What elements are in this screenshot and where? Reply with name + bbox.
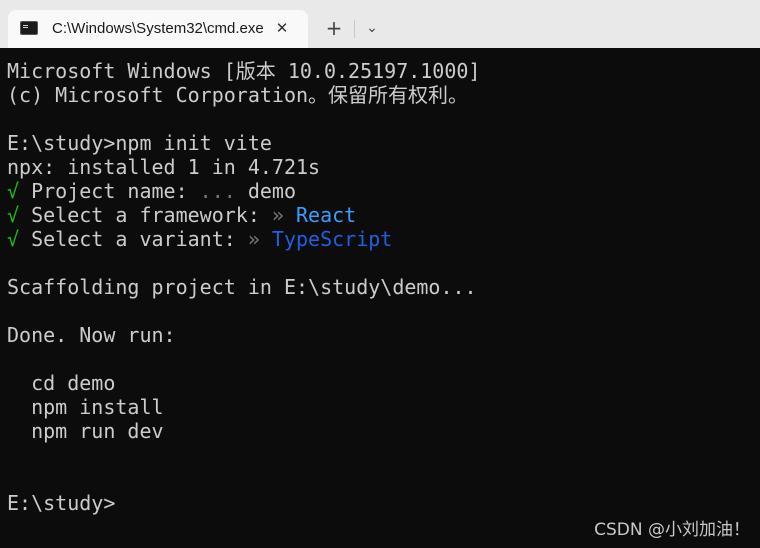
- prompt-value: React: [283, 203, 357, 227]
- check-icon: √: [7, 203, 20, 227]
- console-line: √ Select a framework: » React: [7, 203, 356, 227]
- tab-cmd[interactable]: C:\Windows\System32\cmd.exe ✕: [8, 10, 308, 48]
- new-tab-button[interactable]: +: [322, 16, 346, 40]
- prompt-value: TypeScript: [259, 227, 393, 251]
- prompt-dots: ...: [199, 179, 236, 203]
- cmd-icon: [20, 21, 38, 35]
- command-prompt[interactable]: E:\study>: [7, 491, 115, 515]
- console-line: √ Project name: ... demo: [7, 179, 296, 203]
- check-icon: √: [7, 227, 20, 251]
- tab-title: C:\Windows\System32\cmd.exe: [52, 20, 264, 37]
- terminal-window: C:\Windows\System32\cmd.exe ✕ + ⌄ Micros…: [0, 0, 760, 548]
- console-line: E:\study>npm init vite: [7, 131, 272, 155]
- console-line: npm run dev: [7, 419, 164, 443]
- console-line: (c) Microsoft Corporation。保留所有权利。: [7, 83, 469, 107]
- tab-divider: [354, 20, 355, 38]
- prompt-label: Select a framework:: [19, 203, 272, 227]
- close-icon[interactable]: ✕: [272, 18, 292, 38]
- chevron-down-icon[interactable]: ⌄: [360, 16, 384, 40]
- console-output[interactable]: Microsoft Windows [版本 10.0.25197.1000] (…: [0, 48, 760, 548]
- console-line: Done. Now run:: [7, 323, 176, 347]
- console-line: Scaffolding project in E:\study\demo...: [7, 275, 477, 299]
- prompt-arrow: »: [247, 227, 260, 251]
- console-line: cd demo: [7, 371, 116, 395]
- watermark: CSDN @小刘加油！: [594, 520, 750, 540]
- check-icon: √: [7, 179, 20, 203]
- prompt-arrow: »: [271, 203, 284, 227]
- console-line: npx: installed 1 in 4.721s: [7, 155, 321, 179]
- console-line: √ Select a variant: » TypeScript: [7, 227, 392, 251]
- prompt-label: Select a variant:: [19, 227, 248, 251]
- console-line: npm install: [7, 395, 164, 419]
- prompt-value: demo: [235, 179, 297, 203]
- prompt-label: Project name:: [19, 179, 200, 203]
- tab-bar: C:\Windows\System32\cmd.exe ✕ + ⌄: [0, 0, 760, 48]
- console-line: Microsoft Windows [版本 10.0.25197.1000]: [7, 59, 481, 83]
